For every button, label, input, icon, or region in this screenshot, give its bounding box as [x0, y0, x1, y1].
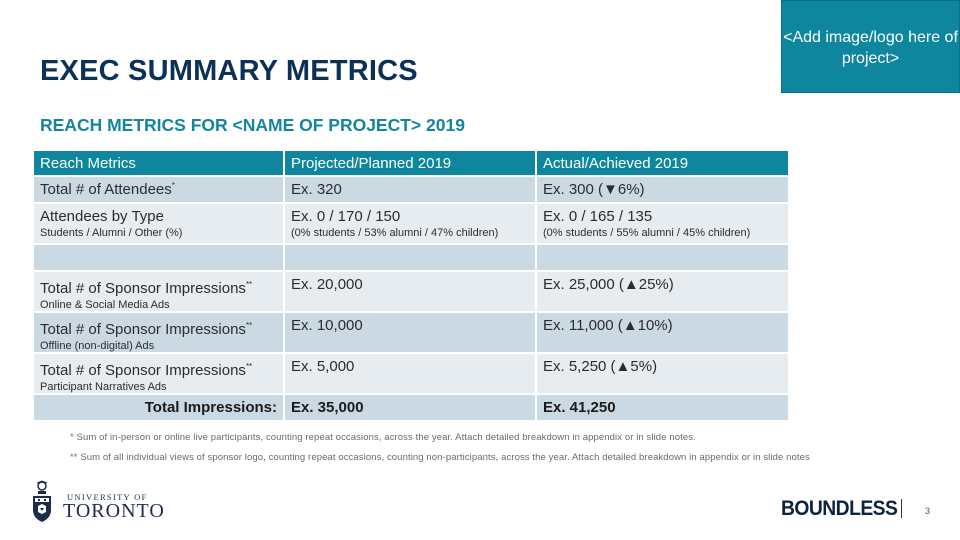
table-row: Attendees by Type Students / Alumni / Ot… [34, 204, 788, 245]
metric-cell: Total # of Sponsor Impressions** Online … [34, 272, 285, 313]
metric-label: Attendees by Type [40, 208, 164, 225]
actual-value: Ex. 0 / 165 / 135 [543, 208, 653, 225]
metric-sublabel: Students / Alumni / Other (%) [40, 227, 183, 239]
metric-cell: Total # of Sponsor Impressions** Partici… [34, 354, 285, 395]
metric-label: Total # of Sponsor Impressions [40, 362, 246, 379]
projected-breakdown: (0% students / 53% alumni / 47% children… [291, 227, 499, 239]
page-title: EXEC SUMMARY METRICS [40, 55, 418, 87]
table-row: Total # of Attendees* Ex. 320 Ex. 300 (▼… [34, 177, 788, 204]
table-row-empty [34, 245, 788, 272]
metric-cell: Total # of Sponsor Impressions** Offline… [34, 313, 285, 354]
reach-metrics-table: Reach Metrics Projected/Planned 2019 Act… [34, 151, 788, 422]
metric-cell [34, 245, 285, 272]
university-line2: TORONTO [63, 500, 165, 522]
metric-label: Total # of Sponsor Impressions [40, 280, 246, 297]
metric-cell: Attendees by Type Students / Alumni / Ot… [34, 204, 285, 245]
header-reach-metrics: Reach Metrics [34, 151, 285, 177]
projected-cell: Ex. 320 [285, 177, 537, 204]
metric-sublabel: Online & Social Media Ads [40, 299, 170, 311]
footer-divider [901, 499, 902, 518]
projected-cell [285, 245, 537, 272]
actual-cell: Ex. 0 / 165 / 135 (0% students / 55% alu… [537, 204, 788, 245]
actual-breakdown: (0% students / 55% alumni / 45% children… [543, 227, 751, 239]
projected-cell: Ex. 0 / 170 / 150 (0% students / 53% alu… [285, 204, 537, 245]
uoft-crest-icon [33, 480, 51, 522]
actual-cell: Ex. 25,000 (▲25%) [537, 272, 788, 313]
boundless-wordmark: BOUNDLESS [781, 497, 898, 520]
metric-label: Total # of Sponsor Impressions [40, 321, 246, 338]
projected-cell: Ex. 5,000 [285, 354, 537, 395]
section-subtitle: REACH METRICS FOR <NAME OF PROJECT> 2019 [40, 115, 465, 135]
actual-cell: Ex. 11,000 (▲10%) [537, 313, 788, 354]
metric-label: Total # of Attendees [40, 181, 172, 198]
footnote-impressions: ** Sum of all individual views of sponso… [70, 452, 810, 463]
total-actual: Ex. 41,250 [537, 395, 788, 422]
actual-cell: Ex. 300 (▼6%) [537, 177, 788, 204]
total-projected: Ex. 35,000 [285, 395, 537, 422]
projected-value: Ex. 0 / 170 / 150 [291, 208, 401, 225]
table-total-row: Total Impressions: Ex. 35,000 Ex. 41,250 [34, 395, 788, 422]
actual-cell: Ex. 5,250 (▲5%) [537, 354, 788, 395]
university-of-toronto-logo: UNIVERSITY OF TORONTO [30, 480, 164, 525]
actual-cell [537, 245, 788, 272]
logo-placeholder-text: <Add image/logo here of project> [783, 28, 958, 67]
metric-cell: Total # of Attendees* [34, 177, 285, 204]
table-header-row: Reach Metrics Projected/Planned 2019 Act… [34, 151, 788, 177]
table-row: Total # of Sponsor Impressions** Partici… [34, 354, 788, 395]
table-row: Total # of Sponsor Impressions** Online … [34, 272, 788, 313]
metric-sublabel: Participant Narratives Ads [40, 381, 167, 393]
footnote-mark: * [171, 181, 175, 190]
footnote-mark: ** [245, 362, 253, 371]
footnote-attendees: * Sum of in-person or online live partic… [70, 432, 696, 443]
projected-cell: Ex. 20,000 [285, 272, 537, 313]
project-logo-placeholder[interactable]: <Add image/logo here of project> [781, 0, 960, 93]
header-actual: Actual/Achieved 2019 [537, 151, 788, 177]
total-label: Total Impressions: [34, 395, 285, 422]
metric-sublabel: Offline (non-digital) Ads [40, 340, 155, 352]
footnote-mark: ** [245, 321, 253, 330]
footnote-mark: ** [245, 280, 253, 289]
page-number: 3 [925, 506, 931, 516]
table-row: Total # of Sponsor Impressions** Offline… [34, 313, 788, 354]
header-projected: Projected/Planned 2019 [285, 151, 537, 177]
projected-cell: Ex. 10,000 [285, 313, 537, 354]
